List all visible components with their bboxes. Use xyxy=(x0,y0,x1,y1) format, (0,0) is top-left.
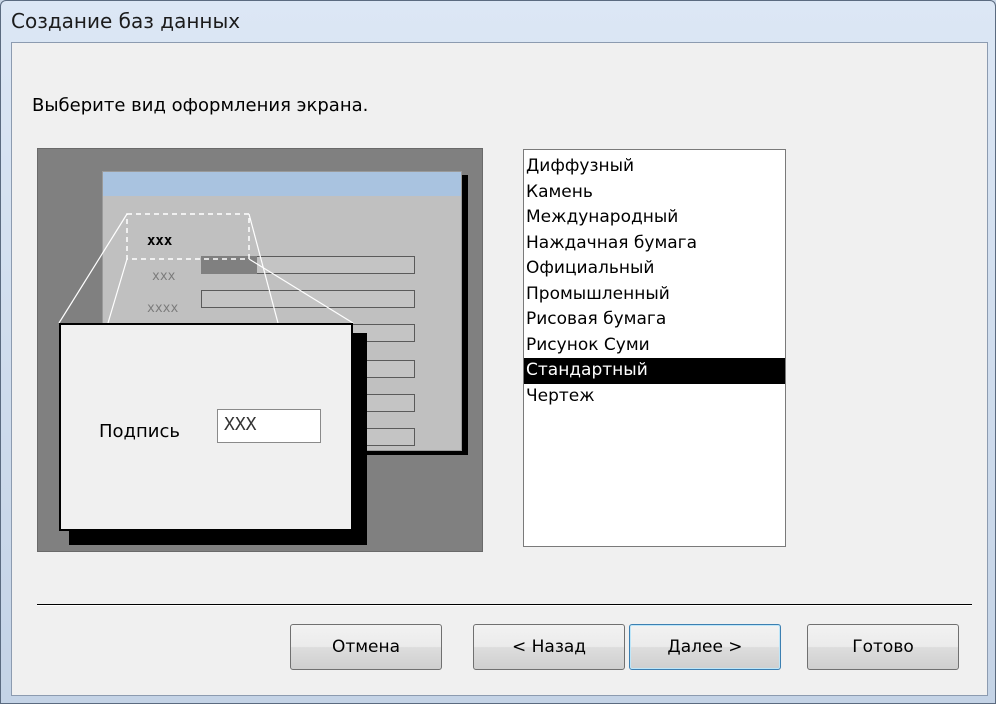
list-item-international[interactable]: Международный xyxy=(524,205,785,231)
list-item-sandpaper[interactable]: Наждачная бумага xyxy=(524,231,785,257)
finish-button[interactable]: Готово xyxy=(807,624,959,670)
list-item-official[interactable]: Официальный xyxy=(524,256,785,282)
dialog-window: Создание баз данных Выберите вид оформле… xyxy=(0,0,996,704)
cancel-button[interactable]: Отмена xyxy=(290,624,442,670)
list-item-standard[interactable]: Стандартный xyxy=(524,358,785,384)
back-button[interactable]: < Назад xyxy=(473,624,625,670)
window-title: Создание баз данных xyxy=(11,9,241,33)
list-item-diffuse[interactable]: Диффузный xyxy=(524,154,785,180)
list-item-stone[interactable]: Камень xyxy=(524,180,785,206)
list-item-rice-paper[interactable]: Рисовая бумага xyxy=(524,307,785,333)
zoom-field: XXX xyxy=(217,409,321,443)
next-button[interactable]: Далее > xyxy=(629,624,781,670)
zoom-box: Подпись XXX xyxy=(59,323,353,531)
list-item-industrial[interactable]: Промышленный xyxy=(524,282,785,308)
instruction-text: Выберите вид оформления экрана. xyxy=(32,95,369,116)
style-list[interactable]: Диффузный Камень Международный Наждачная… xyxy=(523,149,786,547)
zoom-caption: Подпись xyxy=(99,421,180,442)
style-preview: xxx xxx xxxx Подпись XXX xyxy=(37,148,483,552)
title-bar[interactable]: Создание баз данных xyxy=(1,1,995,41)
list-item-blueprint[interactable]: Чертеж xyxy=(524,384,785,410)
dialog-client-area: Выберите вид оформления экрана. xxx xxx … xyxy=(11,42,988,696)
button-separator xyxy=(37,604,972,606)
list-item-sumi-painting[interactable]: Рисунок Суми xyxy=(524,333,785,359)
